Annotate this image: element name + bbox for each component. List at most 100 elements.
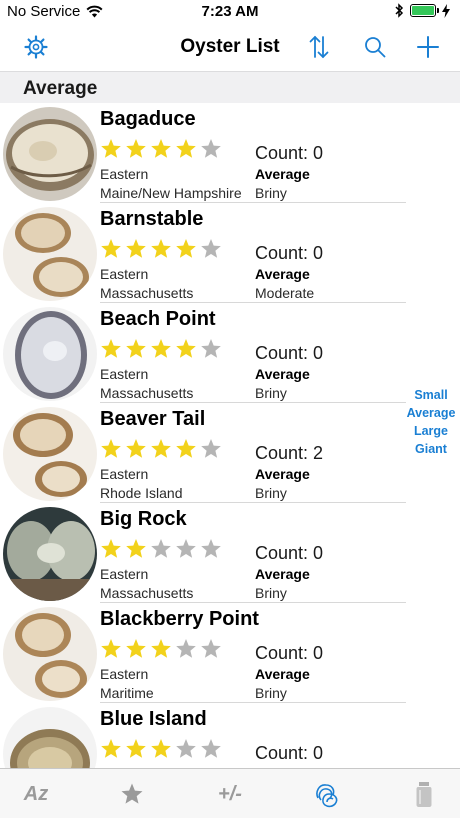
rating-star-icon	[201, 239, 221, 258]
rating-star-icon	[126, 139, 146, 158]
rating-star-icon	[126, 239, 146, 258]
section-index[interactable]: Small Average Large Giant	[406, 386, 456, 458]
tab-oyster-size[interactable]	[307, 777, 347, 811]
oyster-size: Average	[255, 466, 310, 482]
rating-star-icon	[151, 639, 171, 658]
oyster-name: Barnstable	[100, 208, 204, 230]
oyster-location: Massachusetts	[100, 585, 194, 601]
rating-star-icon	[126, 739, 146, 758]
oyster-name: Bagaduce	[100, 108, 196, 130]
oyster-region: Eastern	[100, 666, 149, 682]
rating-star-icon	[151, 139, 171, 158]
oyster-size: Average	[255, 366, 310, 382]
oyster-row[interactable]: Barnstable Count: 0 Eastern Average Massachu…	[0, 203, 460, 303]
tasting-count: Count: 0	[255, 143, 324, 163]
section-index-item[interactable]: Small	[414, 386, 447, 404]
oyster-location: Massachusetts	[100, 385, 194, 401]
rating-stars	[100, 438, 222, 460]
tasting-count: Count: 0	[255, 643, 324, 663]
section-title: Average	[23, 78, 98, 99]
oyster-size: Average	[255, 666, 310, 682]
tasting-count: Count: 0	[255, 343, 324, 363]
oyster-row[interactable]: Beach Point Count: 0 Eastern Average Massach…	[0, 303, 460, 403]
rating-star-icon	[101, 239, 121, 258]
oyster-row[interactable]: Bagaduce Count: 0 Eastern Average Maine/New …	[0, 103, 460, 203]
tasting-count: Count: 0	[255, 543, 324, 563]
add-oyster-button[interactable]	[411, 32, 445, 62]
tab-plus-minus-label: +/-	[218, 782, 242, 805]
oyster-row[interactable]: Big Rock Count: 0 Eastern Average Massachuse…	[0, 503, 460, 603]
rating-star-icon	[126, 539, 146, 558]
section-index-item[interactable]: Giant	[415, 440, 447, 458]
tasting-count: Count: 0	[255, 743, 324, 763]
oyster-salinity: Moderate	[255, 285, 315, 301]
oyster-thumbnail	[3, 207, 97, 301]
search-button[interactable]	[358, 32, 392, 62]
oyster-location: Maine/New Hampshire	[100, 185, 242, 201]
oyster-salinity: Briny	[255, 685, 287, 701]
search-icon	[365, 37, 386, 58]
status-time: 7:23 AM	[201, 3, 259, 20]
oyster-row[interactable]: Blue Island Count: 0	[0, 703, 460, 768]
oyster-size: Average	[255, 266, 310, 282]
bluetooth-icon	[395, 3, 404, 18]
oyster-thumbnail	[3, 507, 97, 601]
oyster-size: Average	[255, 166, 310, 182]
rating-star-icon	[126, 439, 146, 458]
oyster-salinity: Briny	[255, 185, 287, 201]
tasting-count: Count: 2	[255, 443, 324, 463]
oyster-row[interactable]: Blackberry Point Count: 0 Eastern Average Ma…	[0, 603, 460, 703]
oyster-thumbnail	[3, 607, 97, 701]
navigation-bar: Oyster List	[0, 24, 460, 70]
rating-stars	[100, 238, 222, 260]
rating-star-icon	[201, 439, 221, 458]
salt-shaker-icon	[416, 782, 432, 807]
tab-rating[interactable]	[112, 777, 152, 811]
oyster-salinity: Briny	[255, 585, 287, 601]
oyster-location: Rhode Island	[100, 485, 183, 501]
rating-star-icon	[201, 639, 221, 658]
oyster-region: Eastern	[100, 266, 149, 282]
star-icon	[121, 783, 143, 804]
tasting-count: Count: 0	[255, 243, 324, 263]
oyster-name: Beach Point	[100, 308, 216, 330]
oyster-row[interactable]: Beaver Tail Count: 2 Eastern Average Rhode I…	[0, 403, 460, 503]
battery-icon	[410, 4, 439, 17]
rating-star-icon	[151, 539, 171, 558]
oyster-location: Massachusetts	[100, 285, 194, 301]
rating-stars	[100, 538, 222, 560]
sort-arrows-icon	[309, 35, 329, 59]
status-bar: No Service 7:23 AM	[0, 0, 460, 24]
rating-star-icon	[201, 539, 221, 558]
rating-star-icon	[151, 239, 171, 258]
oyster-name: Blue Island	[100, 708, 207, 730]
sort-button[interactable]	[302, 32, 336, 62]
rating-stars	[100, 138, 222, 160]
rating-star-icon	[101, 339, 121, 358]
tab-plus-minus[interactable]: +/-	[210, 777, 250, 811]
rating-star-icon	[176, 439, 196, 458]
oyster-thumbnail	[3, 307, 97, 401]
oyster-list[interactable]: Bagaduce Count: 0 Eastern Average Maine/New …	[0, 103, 460, 768]
rating-star-icon	[201, 739, 221, 758]
rating-star-icon	[151, 339, 171, 358]
rating-star-icon	[101, 539, 121, 558]
rating-stars	[100, 638, 222, 660]
rating-star-icon	[151, 739, 171, 758]
rating-stars	[100, 338, 222, 360]
charging-icon	[442, 3, 450, 18]
oyster-thumbnail	[3, 707, 97, 768]
section-index-item[interactable]: Average	[407, 404, 456, 422]
oyster-name: Beaver Tail	[100, 408, 206, 430]
section-index-item[interactable]: Large	[414, 422, 448, 440]
rating-star-icon	[126, 339, 146, 358]
rating-star-icon	[101, 739, 121, 758]
oyster-name: Big Rock	[100, 508, 187, 530]
tab-salinity[interactable]	[404, 777, 444, 811]
rating-star-icon	[151, 439, 171, 458]
tab-alphabetical[interactable]: Az	[16, 777, 56, 811]
oyster-icon	[316, 784, 338, 808]
oyster-salinity: Briny	[255, 485, 287, 501]
rating-star-icon	[176, 739, 196, 758]
oyster-salinity: Briny	[255, 385, 287, 401]
